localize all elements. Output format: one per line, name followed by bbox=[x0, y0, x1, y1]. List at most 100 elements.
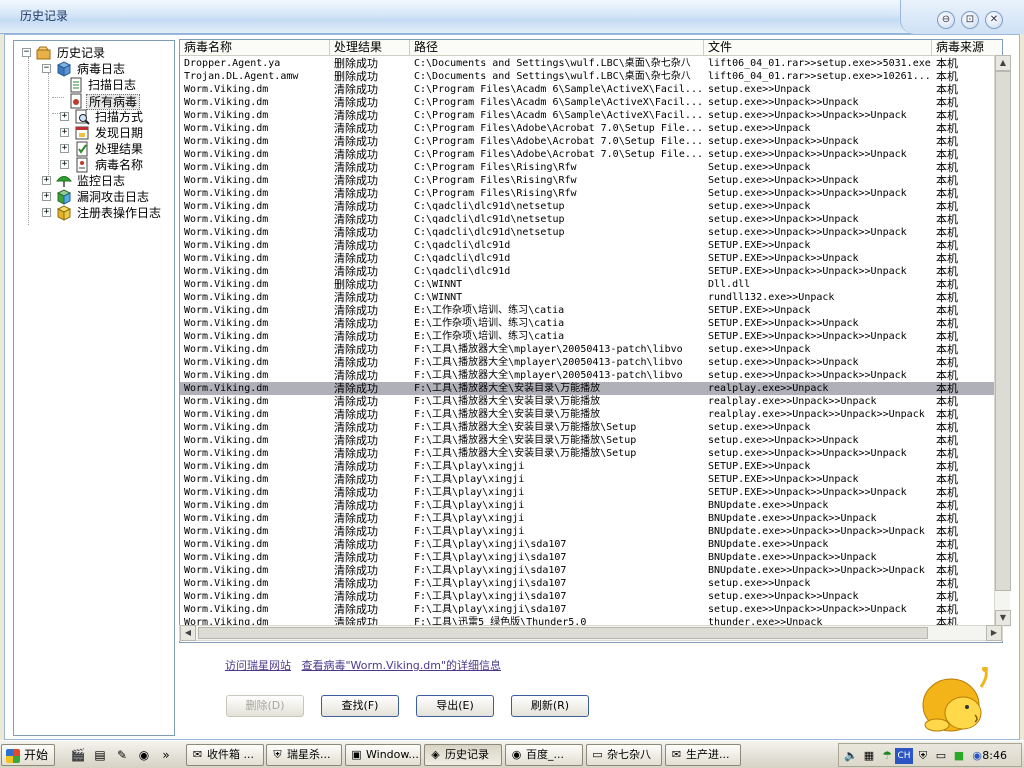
table-row[interactable]: Worm.Viking.dm 删除成功 C:\WINNT Dll.dll 本机 bbox=[180, 278, 1002, 291]
refresh-button[interactable]: 刷新(R) bbox=[511, 695, 589, 717]
expand-toggle[interactable]: + bbox=[42, 208, 51, 217]
task-baidu[interactable]: ◉ 百度_... bbox=[505, 744, 583, 766]
horizontal-scroll-thumb[interactable] bbox=[198, 627, 928, 639]
table-row[interactable]: Worm.Viking.dm 清除成功 C:\qadcli\dlc91d SETUP.… bbox=[180, 252, 1002, 265]
table-row[interactable]: Worm.Viking.dm 清除成功 C:\qadcli\dlc91d SETUP.… bbox=[180, 239, 1002, 252]
table-row[interactable]: Worm.Viking.dm 清除成功 C:\qadcli\dlc91d\netse… bbox=[180, 226, 1002, 239]
table-row[interactable]: Worm.Viking.dm 清除成功 C:\qadcli\dlc91d SETUP.… bbox=[180, 265, 1002, 278]
collapse-toggle[interactable]: − bbox=[22, 48, 31, 57]
scroll-left-button[interactable]: ◀ bbox=[180, 625, 196, 641]
table-row[interactable]: Worm.Viking.dm 清除成功 E:\工作杂项\培训、练习\catia SET… bbox=[180, 304, 1002, 317]
shield-icon[interactable]: ⛨ bbox=[915, 748, 931, 764]
table-row[interactable]: Worm.Viking.dm 清除成功 F:\工具\play\xingji\sda1… bbox=[180, 538, 1002, 551]
volume-icon[interactable]: 🔈 bbox=[843, 748, 859, 764]
table-row[interactable]: Worm.Viking.dm 清除成功 C:\Program Files\Acadm… bbox=[180, 96, 1002, 109]
table-row[interactable]: Worm.Viking.dm 清除成功 C:\Program Files\Acadm… bbox=[180, 83, 1002, 96]
table-row[interactable]: Worm.Viking.dm 清除成功 F:\工具\play\xingji BNUpd… bbox=[180, 525, 1002, 538]
task-rising-antivirus[interactable]: ⛨ 瑞星杀... bbox=[266, 744, 342, 766]
column-header-path[interactable]: 路径 bbox=[410, 40, 704, 56]
table-row[interactable]: Worm.Viking.dm 清除成功 F:\工具\播放器大全\mplayer\20… bbox=[180, 343, 1002, 356]
table-row[interactable]: Worm.Viking.dm 清除成功 C:\qadcli\dlc91d\netse… bbox=[180, 200, 1002, 213]
quicklaunch-media-icon[interactable]: 🎬 bbox=[70, 747, 86, 763]
quicklaunch-desktop-icon[interactable]: ▤ bbox=[92, 747, 108, 763]
table-row[interactable]: Worm.Viking.dm 清除成功 F:\工具\play\xingji\sda1… bbox=[180, 603, 1002, 616]
task-folder[interactable]: ▭ 杂七杂八 bbox=[586, 744, 662, 766]
collapse-toggle[interactable]: − bbox=[42, 64, 51, 73]
table-row[interactable]: Worm.Viking.dm 清除成功 C:\qadcli\dlc91d\netse… bbox=[180, 213, 1002, 226]
umbrella-icon[interactable]: ☂ bbox=[879, 748, 895, 764]
table-row[interactable]: Worm.Viking.dm 清除成功 E:\工作杂项\培训、练习\catia SET… bbox=[180, 330, 1002, 343]
table-row[interactable]: Worm.Viking.dm 清除成功 F:\工具\播放器大全\安装目录\万能播放\… bbox=[180, 447, 1002, 460]
table-row[interactable]: Trojan.DL.Agent.amw 删除成功 C:\Documents and … bbox=[180, 70, 1002, 83]
vertical-scrollbar[interactable]: ▲ ▼ bbox=[994, 55, 1011, 627]
horizontal-scrollbar[interactable]: ◀ ▶ bbox=[179, 625, 1003, 641]
table-row[interactable]: Worm.Viking.dm 清除成功 F:\工具\播放器大全\安装目录\万能播放\… bbox=[180, 421, 1002, 434]
expand-toggle[interactable]: + bbox=[60, 160, 69, 169]
table-row[interactable]: Worm.Viking.dm 清除成功 F:\工具\play\xingji\sda1… bbox=[180, 577, 1002, 590]
export-button[interactable]: 导出(E) bbox=[416, 695, 494, 717]
table-row[interactable]: Worm.Viking.dm 清除成功 C:\Program Files\Adobe… bbox=[180, 122, 1002, 135]
green-status-icon[interactable]: ■ bbox=[951, 748, 967, 764]
restore-button[interactable]: ⊡ bbox=[961, 11, 979, 29]
start-button[interactable]: 开始 bbox=[1, 744, 55, 766]
table-row[interactable]: Worm.Viking.dm 清除成功 F:\工具\play\xingji SETUP… bbox=[180, 486, 1002, 499]
column-header-virus-name[interactable]: 病毒名称 bbox=[180, 40, 330, 56]
language-indicator[interactable]: CH bbox=[895, 748, 913, 764]
task-history[interactable]: ◈ 历史记录 bbox=[424, 744, 502, 766]
table-row[interactable]: Worm.Viking.dm 清除成功 F:\工具\播放器大全\mplayer\20… bbox=[180, 356, 1002, 369]
table-row[interactable]: Worm.Viking.dm 清除成功 C:\Program Files\Risin… bbox=[180, 187, 1002, 200]
table-row[interactable]: Worm.Viking.dm 清除成功 C:\WINNT rundll132.exe>… bbox=[180, 291, 1002, 304]
cell-source: 本机 bbox=[936, 70, 958, 83]
expand-toggle[interactable]: + bbox=[42, 176, 51, 185]
table-row[interactable]: Worm.Viking.dm 清除成功 C:\Program Files\Risin… bbox=[180, 174, 1002, 187]
view-virus-details-link[interactable]: 查看病毒"Worm.Viking.dm"的详细信息 bbox=[302, 659, 502, 672]
delete-button[interactable]: 删除(D) bbox=[226, 695, 304, 717]
column-header-source[interactable]: 病毒来源 bbox=[932, 40, 1002, 56]
cell-path: F:\工具\play\xingji\sda107 bbox=[414, 591, 567, 602]
table-row[interactable]: Worm.Viking.dm 清除成功 F:\工具\play\xingji\sda1… bbox=[180, 551, 1002, 564]
quicklaunch-more-icon[interactable]: » bbox=[158, 747, 174, 763]
quicklaunch-messenger-icon[interactable]: ◉ bbox=[136, 747, 152, 763]
table-row[interactable]: Worm.Viking.dm 清除成功 F:\工具\play\xingji SETUP… bbox=[180, 473, 1002, 486]
scroll-right-button[interactable]: ▶ bbox=[986, 625, 1002, 641]
table-row[interactable]: Worm.Viking.dm 清除成功 F:\工具\播放器大全\安装目录\万能播放 r… bbox=[180, 408, 1002, 421]
expand-toggle[interactable]: + bbox=[42, 192, 51, 201]
expand-toggle[interactable]: + bbox=[60, 128, 69, 137]
history-icon: ◈ bbox=[431, 748, 440, 761]
table-row[interactable]: Worm.Viking.dm 清除成功 C:\Program Files\Risin… bbox=[180, 161, 1002, 174]
close-button[interactable]: ✕ bbox=[985, 11, 1003, 29]
table-row[interactable]: Worm.Viking.dm 清除成功 F:\工具\play\xingji\sda1… bbox=[180, 564, 1002, 577]
scroll-down-button[interactable]: ▼ bbox=[995, 610, 1011, 626]
table-row[interactable]: Worm.Viking.dm 清除成功 C:\Program Files\Adobe… bbox=[180, 148, 1002, 161]
table-row[interactable]: Worm.Viking.dm 清除成功 F:\工具\播放器大全\安装目录\万能播放\… bbox=[180, 434, 1002, 447]
task-windows[interactable]: ▣ Window... bbox=[345, 744, 421, 766]
table-row[interactable]: Worm.Viking.dm 清除成功 C:\Program Files\Adobe… bbox=[180, 135, 1002, 148]
task-inbox[interactable]: ✉ 收件箱 ... bbox=[186, 744, 264, 766]
expand-toggle[interactable]: + bbox=[60, 112, 69, 121]
table-row[interactable]: Worm.Viking.dm 清除成功 F:\工具\play\xingji BNUpd… bbox=[180, 512, 1002, 525]
monitor-icon[interactable]: ▭ bbox=[933, 748, 949, 764]
table-row[interactable]: Worm.Viking.dm 清除成功 F:\工具\播放器大全\安装目录\万能播放 r… bbox=[180, 382, 1002, 395]
network-icon[interactable]: ▦ bbox=[861, 748, 877, 764]
column-header-result[interactable]: 处理结果 bbox=[330, 40, 410, 56]
table-row[interactable]: Worm.Viking.dm 清除成功 F:\工具\play\xingji SETUP… bbox=[180, 460, 1002, 473]
minimize-button[interactable]: ⊖ bbox=[937, 11, 955, 29]
visit-rising-link[interactable]: 访问瑞星网站 bbox=[225, 659, 291, 672]
scroll-up-button[interactable]: ▲ bbox=[995, 55, 1011, 71]
table-row[interactable]: Worm.Viking.dm 清除成功 C:\Program Files\Acadm… bbox=[180, 109, 1002, 122]
find-button[interactable]: 查找(F) bbox=[321, 695, 399, 717]
table-row[interactable]: Worm.Viking.dm 清除成功 F:\工具\play\xingji BNUpd… bbox=[180, 499, 1002, 512]
expand-toggle[interactable]: + bbox=[60, 144, 69, 153]
virus-history-table[interactable]: 病毒名称 处理结果 路径 文件 病毒来源 Dropper.Agent.ya 删除成… bbox=[179, 39, 1003, 643]
table-row[interactable]: Dropper.Agent.ya 删除成功 C:\Documents and Set… bbox=[180, 57, 1002, 70]
table-row[interactable]: Worm.Viking.dm 清除成功 F:\工具\播放器大全\安装目录\万能播放 r… bbox=[180, 395, 1002, 408]
window-title-bar[interactable]: 历史记录 ⊖ ⊡ ✕ bbox=[0, 0, 1024, 34]
vertical-scroll-thumb[interactable] bbox=[995, 71, 1011, 591]
table-row[interactable]: Worm.Viking.dm 清除成功 F:\工具\play\xingji\sda1… bbox=[180, 590, 1002, 603]
history-tree[interactable]: − 历史记录 − 病毒日志 扫描日志 所有病毒 + 扫描方式 + 发现日期 + … bbox=[13, 40, 175, 736]
table-row[interactable]: Worm.Viking.dm 清除成功 E:\工作杂项\培训、练习\catia SET… bbox=[180, 317, 1002, 330]
column-header-file[interactable]: 文件 bbox=[704, 40, 932, 56]
task-production[interactable]: ✉ 生产进... bbox=[665, 744, 741, 766]
quicklaunch-notepad-icon[interactable]: ✎ bbox=[114, 747, 130, 763]
table-row[interactable]: Worm.Viking.dm 清除成功 F:\工具\播放器大全\mplayer\20… bbox=[180, 369, 1002, 382]
